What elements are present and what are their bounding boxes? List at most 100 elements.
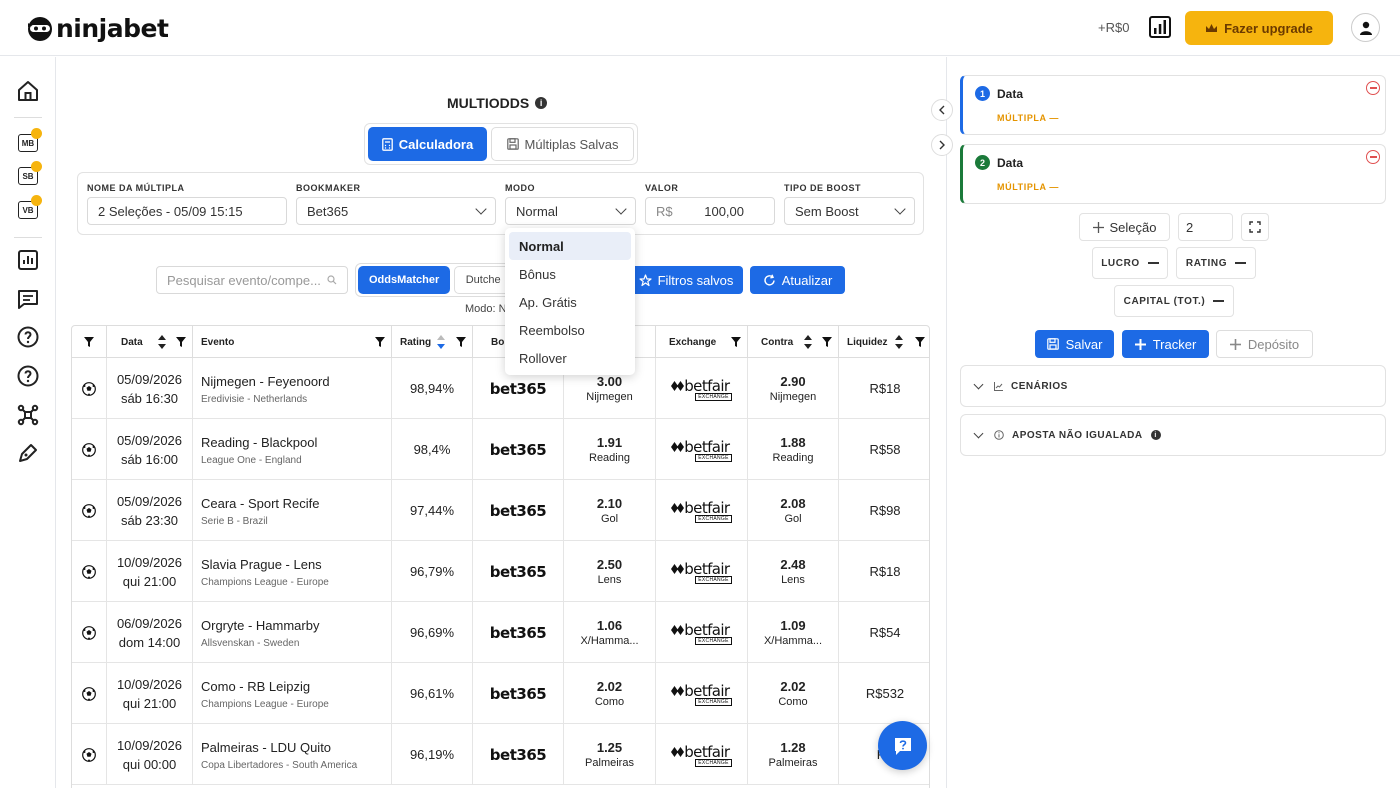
lay-odds-cell[interactable]: 2.02 Como [748, 663, 839, 724]
table-row[interactable]: 05/09/2026 sáb 16:30 Nijmegen - Feyenoor… [72, 358, 929, 419]
prev-arrow-button[interactable] [931, 99, 953, 121]
bookmaker-cell[interactable]: bet365 [473, 602, 564, 663]
valor-input[interactable]: R$ 100,00 [645, 197, 775, 225]
bookmaker-select[interactable]: Bet365 [296, 197, 496, 225]
filter-icon[interactable] [84, 337, 94, 347]
next-arrow-button[interactable] [931, 134, 953, 156]
exchange-cell[interactable]: betfair EXCHANGE [656, 480, 748, 541]
selection-count-input[interactable]: 2 [1178, 213, 1233, 241]
tracker-button[interactable]: Tracker [1122, 330, 1209, 358]
lay-odds-cell[interactable]: 2.90 Nijmegen [748, 358, 839, 419]
tab-calculadora[interactable]: Calculadora [368, 127, 487, 161]
th-sport[interactable] [72, 326, 107, 358]
table-row[interactable]: 06/09/2026 dom 14:00 Orgryte - Hammarby … [72, 602, 929, 663]
filter-icon[interactable] [176, 337, 186, 347]
exchange-cell[interactable]: betfair EXCHANGE [656, 358, 748, 419]
exchange-cell[interactable]: betfair EXCHANGE [656, 724, 748, 785]
lay-odds-cell[interactable]: 1.88 Reading [748, 419, 839, 480]
back-odds-cell[interactable]: 1.91 Reading [564, 419, 656, 480]
th-rating[interactable]: Rating [392, 326, 473, 358]
remove-leg-icon[interactable] [1366, 81, 1380, 95]
event-cell[interactable]: Palmeiras - LDU Quito Copa Libertadores … [193, 724, 392, 785]
deposit-button[interactable]: Depósito [1216, 330, 1313, 358]
aposta-nao-igualada-accordion[interactable]: APOSTA NÃO IGUALADA i [960, 414, 1386, 456]
th-evento[interactable]: Evento [193, 326, 392, 358]
leg-card-2[interactable]: 2 Data MÚLTIPLA — [960, 144, 1386, 204]
expand-button[interactable] [1241, 213, 1269, 241]
add-selection-button[interactable]: Seleção [1079, 213, 1170, 241]
info-icon[interactable]: i [1150, 430, 1161, 440]
back-odds-cell[interactable]: 2.02 Como [564, 663, 656, 724]
table-row[interactable]: 10/09/2026 qui 00:00 Palmeiras - LDU Qui… [72, 724, 929, 785]
info-icon[interactable]: i [535, 97, 548, 109]
save-button[interactable]: Salvar [1035, 330, 1114, 358]
modo-option-reembolso[interactable]: Reembolso [509, 316, 631, 344]
lay-odds-cell[interactable]: 1.28 Palmeiras [748, 724, 839, 785]
back-odds-cell[interactable]: 1.06 X/Hamma... [564, 602, 656, 663]
event-cell[interactable]: Nijmegen - Feyenoord Eredivisie - Nether… [193, 358, 392, 419]
filter-icon[interactable] [456, 337, 466, 347]
chart-icon[interactable] [16, 248, 40, 272]
table-row[interactable]: 10/09/2026 qui 21:00 Slavia Prague - Len… [72, 541, 929, 602]
upgrade-button[interactable]: Fazer upgrade [1185, 11, 1333, 45]
stats-icon[interactable] [1148, 15, 1172, 39]
leg-card-1[interactable]: 1 Data MÚLTIPLA — [960, 75, 1386, 135]
table-row[interactable]: 05/09/2026 sáb 23:30 Ceara - Sport Recif… [72, 480, 929, 541]
event-cell[interactable]: Ceara - Sport Recife Serie B - Brazil [193, 480, 392, 541]
bookmaker-cell[interactable]: bet365 [473, 724, 564, 785]
event-cell[interactable]: Como - RB Leipzig Champions League - Eur… [193, 663, 392, 724]
exchange-cell[interactable]: betfair EXCHANGE [656, 602, 748, 663]
th-contra[interactable]: Contra [748, 326, 839, 358]
pen-tool-icon[interactable] [16, 441, 40, 465]
filter-icon[interactable] [822, 337, 832, 347]
help-chat-button[interactable] [878, 721, 927, 770]
lay-odds-cell[interactable]: 2.48 Lens [748, 541, 839, 602]
bookmaker-cell[interactable]: bet365 [473, 663, 564, 724]
th-data[interactable]: Data [107, 326, 193, 358]
back-odds-cell[interactable]: 2.50 Lens [564, 541, 656, 602]
remove-leg-icon[interactable] [1366, 150, 1380, 164]
help-circle-icon[interactable] [16, 325, 40, 349]
modo-option-ap-gratis[interactable]: Ap. Grátis [509, 288, 631, 316]
balance-display[interactable]: +R$0 [1098, 20, 1129, 35]
modo-select[interactable]: Normal [505, 197, 636, 225]
sort-desc-icon[interactable] [437, 335, 445, 349]
faq-icon[interactable] [16, 364, 40, 388]
th-exchange[interactable]: Exchange [656, 326, 748, 358]
search-input[interactable]: Pesquisar evento/compe... [156, 266, 348, 294]
exchange-cell[interactable]: betfair EXCHANGE [656, 663, 748, 724]
event-cell[interactable]: Orgryte - Hammarby Allsvenskan - Sweden [193, 602, 392, 663]
bookmaker-cell[interactable]: bet365 [473, 480, 564, 541]
modo-option-bonus[interactable]: Bônus [509, 260, 631, 288]
table-row[interactable]: 10/09/2026 qui 21:00 Como - RB Leipzig C… [72, 663, 929, 724]
cenarios-accordion[interactable]: CENÁRIOS [960, 365, 1386, 407]
sort-icon[interactable] [158, 335, 166, 349]
modo-option-normal[interactable]: Normal [509, 232, 631, 260]
home-icon[interactable] [16, 79, 40, 103]
modo-option-rollover[interactable]: Rollover [509, 344, 631, 372]
event-cell[interactable]: Reading - Blackpool League One - England [193, 419, 392, 480]
nome-input[interactable]: 2 Seleções - 05/09 15:15 [87, 197, 287, 225]
table-row[interactable]: 05/09/2026 sáb 16:00 Reading - Blackpool… [72, 419, 929, 480]
th-liquidez[interactable]: Liquidez [839, 326, 929, 358]
network-icon[interactable] [16, 403, 40, 427]
event-cell[interactable]: Slavia Prague - Lens Champions League - … [193, 541, 392, 602]
dutcher-button[interactable]: Dutche [454, 266, 512, 294]
exchange-cell[interactable]: betfair EXCHANGE [656, 419, 748, 480]
oddsmatcher-button[interactable]: OddsMatcher [358, 266, 451, 294]
saved-filters-button[interactable]: Filtros salvos [629, 266, 743, 294]
user-avatar-button[interactable] [1351, 13, 1380, 42]
sort-icon[interactable] [895, 335, 903, 349]
bookmaker-cell[interactable]: bet365 [473, 541, 564, 602]
exchange-cell[interactable]: betfair EXCHANGE [656, 541, 748, 602]
lay-odds-cell[interactable]: 1.09 X/Hamma... [748, 602, 839, 663]
bookmaker-cell[interactable]: bet365 [473, 419, 564, 480]
filter-icon[interactable] [375, 337, 385, 347]
refresh-button[interactable]: Atualizar [750, 266, 845, 294]
lay-odds-cell[interactable]: 2.08 Gol [748, 480, 839, 541]
back-odds-cell[interactable]: 1.25 Palmeiras [564, 724, 656, 785]
chat-icon[interactable] [16, 287, 40, 311]
filter-icon[interactable] [915, 337, 925, 347]
back-odds-cell[interactable]: 2.10 Gol [564, 480, 656, 541]
ninjabet-logo[interactable]: ninjabet [26, 14, 169, 43]
